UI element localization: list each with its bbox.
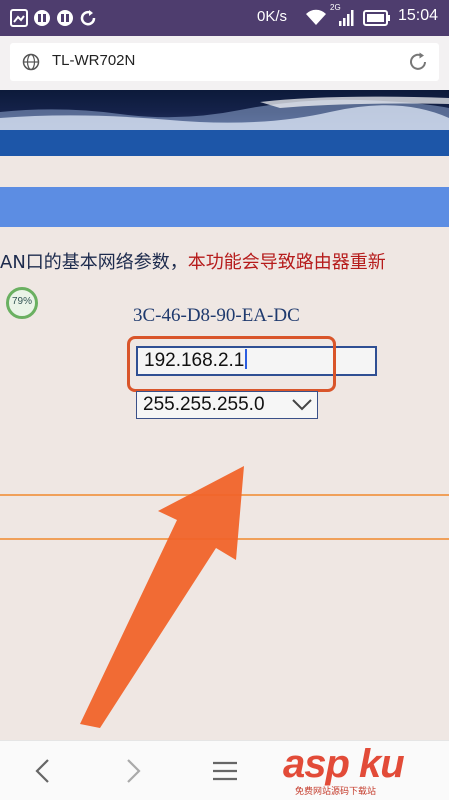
notification-icon xyxy=(34,10,50,26)
forward-icon[interactable] xyxy=(118,756,148,786)
sync-icon xyxy=(80,10,96,26)
mac-address: 3C-46-D8-90-EA-DC xyxy=(133,305,300,326)
warning-text: 本功能会导致路由器重新 xyxy=(187,252,386,273)
wifi-icon xyxy=(306,9,326,25)
back-icon[interactable] xyxy=(28,756,58,786)
reload-icon[interactable] xyxy=(407,51,429,73)
menu-icon[interactable] xyxy=(210,756,240,786)
status-bar: 0K/s 2G 15:04 xyxy=(0,0,449,36)
clock: 15:04 xyxy=(398,7,439,24)
globe-icon xyxy=(22,53,40,71)
gallery-icon xyxy=(10,9,28,27)
progress-badge[interactable]: 79% xyxy=(0,287,40,327)
notification-icon xyxy=(57,10,73,26)
description-text: AN口的基本网络参数， xyxy=(0,252,188,273)
watermark-subtitle: 免费网站源码下载站 xyxy=(295,787,377,797)
battery-icon xyxy=(363,10,390,26)
subnet-mask-value: 255.255.255.0 xyxy=(143,394,265,415)
browser-address-bar: TL-WR702N xyxy=(0,36,449,90)
url-text: TL-WR702N xyxy=(52,52,136,69)
chevron-down-icon xyxy=(292,399,312,411)
divider-line xyxy=(0,494,449,496)
subnet-mask-select[interactable]: 255.255.255.0 xyxy=(136,391,318,419)
watermark: asp ku 免费网站源码下载站 xyxy=(275,738,449,800)
url-field[interactable]: TL-WR702N xyxy=(10,43,439,81)
router-banner xyxy=(0,90,449,130)
network-speed: 0K/s xyxy=(257,8,288,25)
lan-settings-description: AN口的基本网络参数，本功能会导致路由器重新 xyxy=(0,248,386,274)
divider-line xyxy=(0,538,449,540)
section-header-bar xyxy=(0,187,449,227)
ip-highlight-box xyxy=(127,336,336,392)
banner-wave-graphic xyxy=(0,96,449,130)
header-nav-bar xyxy=(0,130,449,156)
watermark-logo: asp ku xyxy=(283,742,405,786)
badge-percent: 79% xyxy=(11,296,32,307)
signal-icon xyxy=(339,10,354,26)
